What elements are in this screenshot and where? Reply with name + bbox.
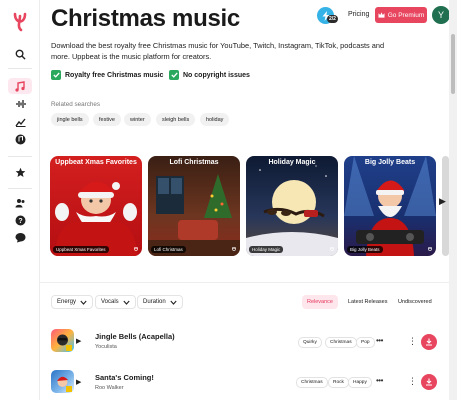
uppbeat-mark-icon: ᵿ: [232, 246, 236, 253]
sidebar: ?: [0, 0, 40, 400]
checkmark-icon: [51, 70, 61, 80]
filter-label: Vocals: [101, 299, 119, 305]
feature-royalty-free: Royalty free Christmas music: [51, 70, 163, 80]
chat-icon[interactable]: [12, 229, 28, 245]
sidebar-divider: [8, 188, 32, 189]
track-options-icon[interactable]: ⋮: [408, 376, 417, 387]
playlist-card[interactable]: Uppbeat Xmas Favorites Uppbeat Xmas Favo…: [50, 156, 142, 256]
track-tag[interactable]: Pop: [356, 337, 375, 348]
carousel-next-icon[interactable]: ▶: [439, 196, 446, 207]
download-icon: [426, 338, 432, 346]
chevron-down-icon: [123, 300, 130, 305]
related-chip-winter[interactable]: winter: [124, 113, 151, 126]
crown-icon: [378, 12, 385, 18]
related-searches-label: Related searches: [51, 101, 101, 108]
svg-text:?: ?: [18, 218, 22, 225]
sidebar-divider: [8, 156, 32, 157]
playlist-title: Big Jolly Beats: [364, 159, 416, 166]
sleigh-moon-illustration: [246, 165, 338, 256]
sort-undiscovered-tab[interactable]: Undiscovered: [393, 295, 437, 309]
uppbeat-mark-icon: ᵿ: [428, 246, 432, 253]
track-options-icon[interactable]: ⋮: [408, 336, 417, 347]
playlist-title: Lofi Christmas: [169, 159, 219, 166]
playlist-carousel: Uppbeat Xmas Favorites Uppbeat Xmas Favo…: [50, 156, 449, 256]
track-title[interactable]: Santa's Coming!: [95, 373, 154, 382]
uppbeat-mark-icon: ᵿ: [330, 246, 334, 253]
track-tag[interactable]: Quirky: [298, 337, 322, 348]
users-icon[interactable]: [12, 195, 28, 211]
artwork-face-icon: [57, 334, 72, 351]
page-title: Christmas music: [51, 5, 240, 32]
page-header: Christmas music 2/2 Pricing Go Premium Y: [40, 0, 450, 36]
download-icon: [426, 378, 432, 386]
download-button[interactable]: [421, 374, 437, 390]
uppbeat-logo[interactable]: [11, 10, 29, 32]
track-artwork[interactable]: [51, 329, 74, 352]
checkmark-icon: [169, 70, 179, 80]
chevron-down-icon: [170, 300, 177, 305]
dj-santa-illustration: [344, 156, 436, 256]
playlists-icon[interactable]: [12, 131, 28, 147]
track-tag[interactable]: Christmas: [325, 337, 357, 348]
page-description: Download the best royalty free Christmas…: [51, 41, 385, 61]
related-chip-jingle-bells[interactable]: jingle bells: [51, 113, 89, 126]
filter-label: Duration: [143, 299, 166, 305]
related-chip-holiday[interactable]: holiday: [200, 113, 230, 126]
santa-illustration: [54, 181, 138, 256]
trending-icon[interactable]: [12, 114, 28, 130]
playlist-title: Holiday Magic: [268, 159, 316, 166]
sound-effects-icon[interactable]: [12, 96, 28, 112]
playlist-caption: Lofi Christmas: [151, 246, 186, 253]
section-divider: [40, 282, 449, 283]
user-avatar[interactable]: Y: [432, 6, 450, 24]
playlist-title: Uppbeat Xmas Favorites: [55, 159, 137, 166]
playlist-card[interactable]: Holiday Magic Holiday Magic ᵿ: [246, 156, 338, 256]
track-artwork[interactable]: [51, 370, 74, 393]
star-icon[interactable]: [12, 164, 28, 180]
track-tag[interactable]: Rock: [328, 377, 349, 388]
play-icon[interactable]: ▶: [76, 337, 81, 345]
filter-duration[interactable]: Duration: [137, 295, 183, 309]
feature-no-copyright: No copyright issues: [169, 70, 250, 80]
track-artist[interactable]: Yoculista: [95, 344, 117, 350]
playlist-card[interactable]: Lofi Christmas Lofi Christmas ᵿ: [148, 156, 240, 256]
track-artist[interactable]: Roo Walker: [95, 385, 124, 391]
help-icon[interactable]: ?: [12, 212, 28, 228]
sort-relevance-tab[interactable]: Relevance: [302, 295, 338, 309]
playlist-caption: Holiday Magic: [249, 246, 284, 253]
playlist-card[interactable]: Big Jolly Beats Big Jolly Beats ᵿ: [344, 156, 436, 256]
search-icon[interactable]: [12, 46, 28, 62]
sidebar-divider: [8, 68, 32, 69]
go-premium-button[interactable]: Go Premium: [375, 7, 427, 23]
feature-label: Royalty free Christmas music: [65, 71, 164, 79]
music-note-icon[interactable]: [12, 78, 28, 94]
download-button[interactable]: [421, 334, 437, 350]
filter-energy[interactable]: Energy: [51, 295, 94, 309]
feature-label: No copyright issues: [183, 71, 250, 79]
more-tags-icon[interactable]: •••: [376, 376, 383, 385]
sort-latest-releases-tab[interactable]: Latest Releases: [343, 295, 392, 309]
uppbeat-mark-icon: ᵿ: [134, 246, 138, 253]
artwork-santa-icon: [57, 376, 72, 392]
scrollbar-thumb[interactable]: [451, 34, 455, 94]
cozy-room-illustration: [148, 174, 240, 256]
playlist-caption: Uppbeat Xmas Favorites: [53, 246, 109, 253]
track-title[interactable]: Jingle Bells (Acapella): [95, 332, 175, 341]
track-tag[interactable]: Happy: [348, 377, 372, 388]
track-tag[interactable]: Christmas: [296, 377, 328, 388]
related-chip-festive[interactable]: festive: [93, 113, 121, 126]
credits-count-badge: 2/2: [327, 15, 338, 23]
playlist-caption: Big Jolly Beats: [347, 246, 383, 253]
play-icon[interactable]: ▶: [76, 378, 81, 386]
chevron-down-icon: [80, 300, 87, 305]
pricing-button[interactable]: Pricing: [343, 8, 374, 21]
filter-vocals[interactable]: Vocals: [95, 295, 136, 309]
more-tags-icon[interactable]: •••: [376, 336, 383, 345]
filter-label: Energy: [57, 299, 77, 305]
related-chip-sleigh-bells[interactable]: sleigh bells: [156, 113, 196, 126]
go-premium-label: Go Premium: [387, 11, 425, 19]
